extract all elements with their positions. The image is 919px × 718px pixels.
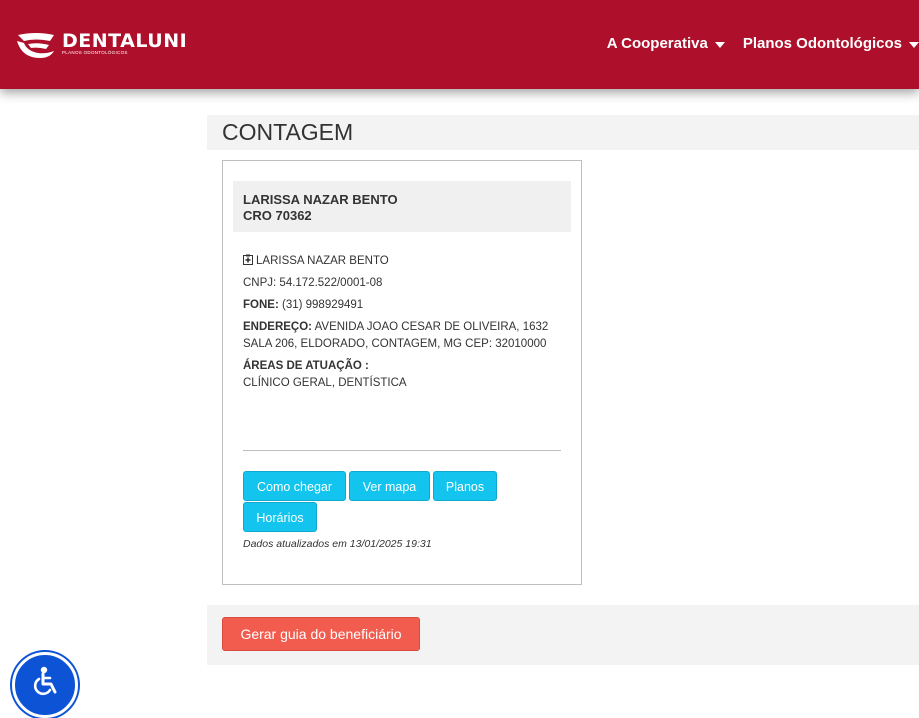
provider-cro: CRO 70362 xyxy=(243,208,312,223)
provider-card: LARISSA NAZAR BENTO CRO 70362 LARISSA NA… xyxy=(222,160,582,585)
areas-label: ÁREAS DE ATUAÇÃO : xyxy=(243,360,369,372)
address-label: ENDEREÇO: xyxy=(243,321,313,333)
clinic-icon xyxy=(243,254,253,265)
nav-item-planos[interactable]: Planos Odontológicos xyxy=(743,35,919,52)
directions-button[interactable]: Como chegar xyxy=(243,471,346,501)
brand-name: DENTALUNI xyxy=(62,30,188,52)
view-map-button[interactable]: Ver mapa xyxy=(349,471,430,501)
hours-button[interactable]: Horários xyxy=(243,502,317,532)
nav-item-label: Planos Odontológicos xyxy=(742,35,902,52)
phone-label: FONE: xyxy=(243,299,279,311)
card-divider xyxy=(243,450,561,451)
wheelchair-icon xyxy=(33,666,57,696)
provider-card-header: LARISSA NAZAR BENTO CRO 70362 xyxy=(233,181,571,232)
main-menu: A Cooperativa Planos Odontológicos xyxy=(589,35,919,52)
areas-value: CLÍNICO GERAL, DENTÍSTICA xyxy=(243,377,407,389)
caret-down-icon xyxy=(714,41,725,48)
logo-mark-icon xyxy=(17,33,54,58)
top-navbar: DENTALUNI PLANOS ODONTOLÓGICOS A Coopera… xyxy=(0,0,919,89)
dentaluni-logo[interactable]: DENTALUNI PLANOS ODONTOLÓGICOS xyxy=(16,30,216,60)
clinic-row: LARISSA NAZAR BENTO xyxy=(243,253,561,270)
plans-button[interactable]: Planos xyxy=(433,471,497,501)
city-header: CONTAGEM xyxy=(207,115,919,150)
provider-details: LARISSA NAZAR BENTO CNPJ: 54.172.522/000… xyxy=(243,253,561,397)
cnpj: CNPJ: 54.172.522/0001-08 xyxy=(243,277,383,289)
generate-guide-button[interactable]: Gerar guia do beneficiário xyxy=(222,617,420,651)
clinic-name: LARISSA NAZAR BENTO xyxy=(256,255,389,267)
nav-item-cooperativa[interactable]: A Cooperativa xyxy=(607,35,725,52)
provider-name: LARISSA NAZAR BENTO xyxy=(243,192,398,207)
phone-row: FONE: (31) 998929491 xyxy=(243,297,561,314)
updated-timestamp: Dados atualizados em 13/01/2025 19:31 xyxy=(243,538,432,550)
brand-subtitle: PLANOS ODONTOLÓGICOS xyxy=(62,50,128,55)
page-title: CONTAGEM xyxy=(222,119,354,145)
accessibility-button[interactable] xyxy=(12,652,78,718)
caret-down-icon xyxy=(909,41,919,48)
address-row: ENDEREÇO: AVENIDA JOAO CESAR DE OLIVEIRA… xyxy=(243,319,561,353)
phone-value: (31) 998929491 xyxy=(281,299,364,311)
guide-bar: Gerar guia do beneficiário xyxy=(207,605,919,665)
areas-row: ÁREAS DE ATUAÇÃO : CLÍNICO GERAL, DENTÍS… xyxy=(243,358,561,392)
nav-item-label: A Cooperativa xyxy=(606,35,708,52)
